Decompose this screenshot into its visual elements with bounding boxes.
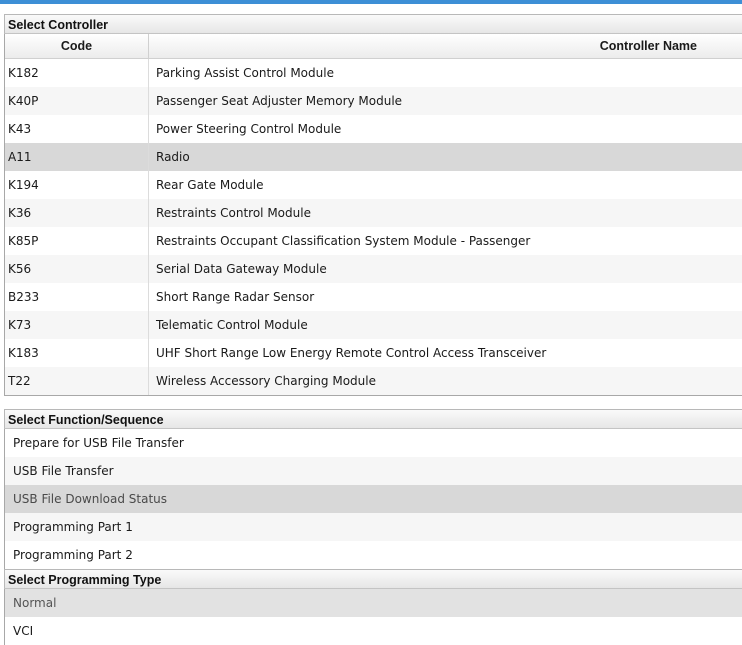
controller-name-cell: Wireless Accessory Charging Module <box>156 374 376 388</box>
controller-table: Code Controller Name K182 Parking Assist … <box>4 34 742 396</box>
programming-type-list: Normal VCI <box>4 589 742 645</box>
controller-table-header: Code Controller Name <box>5 34 742 59</box>
controller-code-cell: K73 <box>5 311 149 339</box>
window-top-accent <box>0 0 742 4</box>
controller-section-title: Select Controller <box>4 14 742 34</box>
controller-row[interactable]: K194 Rear Gate Module <box>5 171 742 199</box>
controller-name-cell: Short Range Radar Sensor <box>156 290 315 304</box>
controller-name-cell: Passenger Seat Adjuster Memory Module <box>156 94 403 108</box>
controller-row[interactable]: B233 Short Range Radar Sensor <box>5 283 742 311</box>
controller-table-body: K182 Parking Assist Control Module K40P Pas… <box>5 59 742 395</box>
controller-name-cell: Restraints Control Module <box>156 206 311 220</box>
controller-code-cell: T22 <box>5 367 149 395</box>
programming-type-section-title: Select Programming Type <box>4 569 742 589</box>
controller-row[interactable]: A11 Radio <box>5 143 742 171</box>
controller-code-cell: K40P <box>5 87 149 115</box>
function-list-item[interactable]: Prepare for USB File Transfer <box>5 429 742 457</box>
controller-name-cell: Power Steering Control Module <box>156 122 342 136</box>
controller-name-cell: Telematic Control Module <box>156 318 308 332</box>
controller-name-cell: Radio <box>156 150 190 164</box>
function-list: Prepare for USB File Transfer USB File Tr… <box>4 429 742 570</box>
controller-code-cell: K36 <box>5 199 149 227</box>
column-header-code[interactable]: Code <box>5 34 149 58</box>
controller-row[interactable]: T22 Wireless Accessory Charging Module <box>5 367 742 395</box>
controller-name-cell: Rear Gate Module <box>156 178 264 192</box>
controller-code-cell: K194 <box>5 171 149 199</box>
controller-row[interactable]: K40P Passenger Seat Adjuster Memory Modul… <box>5 87 742 115</box>
controller-code-cell: K56 <box>5 255 149 283</box>
function-list-item[interactable]: USB File Download Status <box>5 485 742 513</box>
controller-name-cell: Parking Assist Control Module <box>156 66 334 80</box>
controller-code-cell: K182 <box>5 59 149 87</box>
controller-name-cell: UHF Short Range Low Energy Remote Contro… <box>156 346 547 360</box>
controller-row[interactable]: K182 Parking Assist Control Module <box>5 59 742 87</box>
controller-panel: Select Controller Code Controller Name K… <box>4 14 742 396</box>
controller-code-cell: A11 <box>5 143 149 171</box>
controller-row[interactable]: K183 UHF Short Range Low Energy Remote Co… <box>5 339 742 367</box>
controller-row[interactable]: K85P Restraints Occupant Classification S… <box>5 227 742 255</box>
controller-code-cell: B233 <box>5 283 149 311</box>
controller-code-cell: K85P <box>5 227 149 255</box>
controller-name-cell: Restraints Occupant Classification Syste… <box>156 234 531 248</box>
function-section-title: Select Function/Sequence <box>4 409 742 429</box>
function-list-item[interactable]: USB File Transfer <box>5 457 742 485</box>
controller-name-cell: Serial Data Gateway Module <box>156 262 327 276</box>
controller-row[interactable]: K56 Serial Data Gateway Module <box>5 255 742 283</box>
controller-code-cell: K43 <box>5 115 149 143</box>
programming-type-item[interactable]: VCI <box>5 617 742 645</box>
function-list-item[interactable]: Programming Part 1 <box>5 513 742 541</box>
programming-type-item[interactable]: Normal <box>5 589 742 617</box>
function-list-item[interactable]: Programming Part 2 <box>5 541 742 569</box>
controller-row[interactable]: K43 Power Steering Control Module <box>5 115 742 143</box>
controller-row[interactable]: K36 Restraints Control Module <box>5 199 742 227</box>
function-panel: Select Function/Sequence Prepare for USB… <box>4 409 742 570</box>
programming-type-panel: Select Programming Type Normal VCI <box>4 569 742 645</box>
controller-row[interactable]: K73 Telematic Control Module <box>5 311 742 339</box>
column-header-controller-name[interactable]: Controller Name <box>149 34 742 58</box>
controller-code-cell: K183 <box>5 339 149 367</box>
